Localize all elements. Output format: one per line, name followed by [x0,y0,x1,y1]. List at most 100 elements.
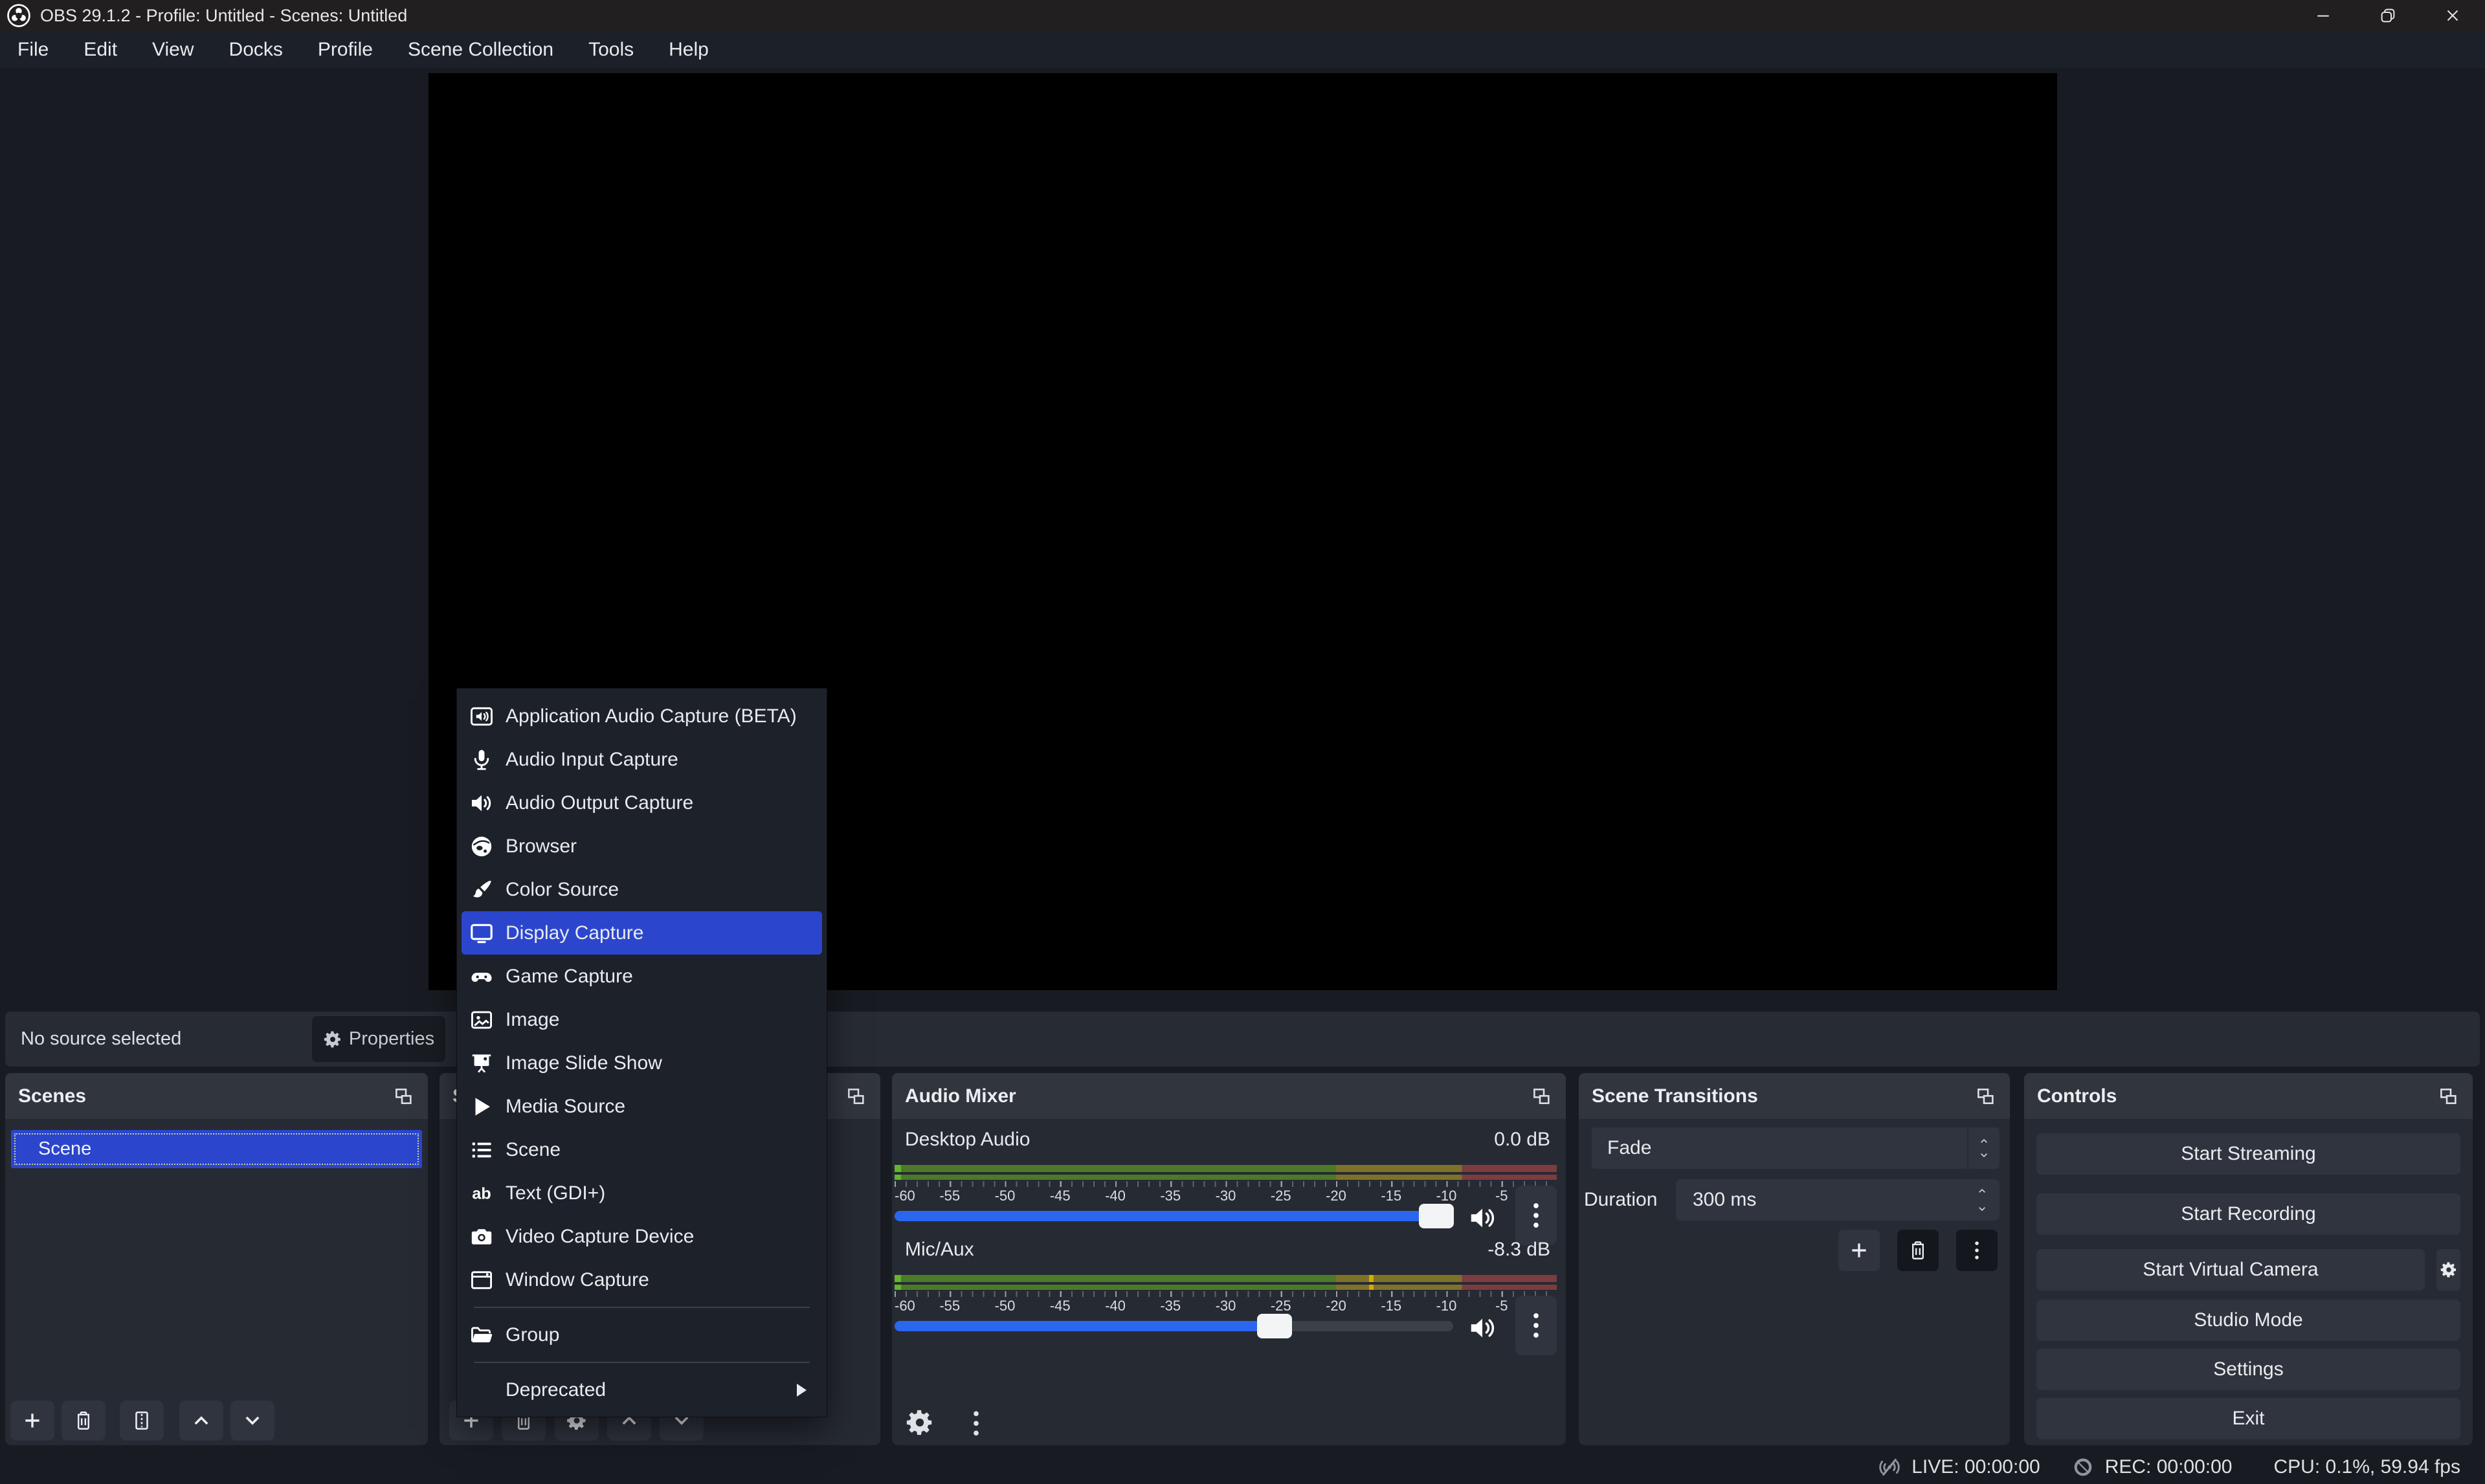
context-menu-item-label: Audio Input Capture [506,749,678,771]
speaker-icon[interactable] [1467,1203,1497,1230]
start-virtual-camera-button[interactable]: Start Virtual Camera [2036,1249,2425,1290]
duration-spin-arrows[interactable] [1975,1179,1989,1221]
scene-up-button[interactable] [179,1401,223,1441]
advanced-audio-properties-icon[interactable] [905,1408,935,1437]
scene-filters-button[interactable] [120,1401,164,1441]
transition-menu-button[interactable] [1956,1230,1998,1271]
volume-slider[interactable] [895,1321,1453,1331]
menu-profile[interactable]: Profile [300,31,390,68]
scenes-panel: Scenes Scene [5,1073,428,1445]
volume-slider-handle[interactable] [1419,1204,1454,1228]
context-menu-item[interactable]: Color Source [462,868,822,911]
menu-scene-collection[interactable]: Scene Collection [390,31,571,68]
scene-down-button[interactable] [230,1401,274,1441]
gear-icon [323,1030,342,1049]
speaker-icon[interactable] [1467,1313,1497,1340]
menu-separator [474,1362,810,1363]
mixer-menu-icon[interactable] [970,1408,983,1437]
record-off-icon [2070,1454,2096,1480]
studio-mode-button[interactable]: Studio Mode [2036,1300,2460,1341]
scene-list-item[interactable]: Scene [11,1130,422,1168]
context-menu-item-label: Game Capture [506,966,633,988]
menu-file[interactable]: File [0,31,66,68]
menu-bar: File Edit View Docks Profile Scene Colle… [0,31,2485,68]
audio-input-capture-icon [469,748,494,772]
context-menu-item[interactable]: Window Capture [462,1258,822,1301]
transition-select-arrows[interactable] [1967,1127,2000,1169]
context-menu-item-label: Media Source [506,1096,625,1118]
context-menu-item[interactable]: Audio Input Capture [462,738,822,781]
context-menu-item[interactable]: Video Capture Device [462,1215,822,1258]
context-menu-item[interactable]: Group [462,1313,822,1357]
context-menu-item[interactable]: Application Audio Capture (BETA) [462,694,822,738]
app-audio-capture-icon [469,704,494,729]
menu-separator [474,1307,810,1308]
source-toolbar: No source selected Properties [5,1012,2480,1067]
channel-menu-button[interactable] [1515,1296,1557,1355]
popout-icon[interactable] [844,1086,867,1107]
context-menu-item[interactable]: Image Slide Show [462,1041,822,1085]
window-controls [2291,0,2485,31]
context-menu-item[interactable]: Browser [462,825,822,868]
restore-button[interactable] [2356,0,2420,31]
popout-icon[interactable] [392,1086,415,1107]
menu-tools[interactable]: Tools [571,31,651,68]
scene-transitions-header: Scene Transitions [1579,1073,2010,1119]
audio-mixer-panel: Audio Mixer Desktop Audio 0.0 dB -60-55-… [892,1073,1566,1445]
context-menu-item-label: Group [506,1324,559,1346]
context-menu: Application Audio Capture (BETA) Audio In… [456,688,827,1417]
start-recording-button[interactable]: Start Recording [2036,1193,2460,1235]
controls-header: Controls [2024,1073,2473,1119]
image-slideshow-icon [469,1051,494,1076]
context-menu-item[interactable]: Image [462,998,822,1041]
transition-value: Fade [1607,1137,1651,1158]
volume-slider-handle[interactable] [1257,1314,1292,1338]
audio-output-capture-icon [469,791,494,815]
mixer-channel-level: 0.0 dB [1494,1129,1550,1151]
context-menu-item-label: Color Source [506,879,619,901]
popout-icon[interactable] [1974,1086,1997,1107]
exit-button[interactable]: Exit [2036,1398,2460,1439]
scene-transitions-panel: Scene Transitions Fade Duration 300 ms [1579,1073,2010,1445]
properties-button[interactable]: Properties [312,1016,445,1062]
video-capture-device-icon [469,1224,494,1249]
context-menu-item[interactable]: Display Capture [462,911,822,955]
virtual-camera-settings-button[interactable] [2436,1249,2460,1290]
popout-icon[interactable] [1530,1086,1553,1107]
add-transition-button[interactable] [1838,1230,1880,1271]
close-button[interactable] [2420,0,2485,31]
context-menu-item[interactable]: Deprecated [462,1368,822,1412]
scene-item-label: Scene [38,1130,91,1168]
context-menu-item-label: Application Audio Capture (BETA) [506,705,797,727]
duration-spinbox[interactable]: 300 ms [1676,1179,2000,1221]
settings-button[interactable]: Settings [2036,1349,2460,1390]
transition-select[interactable]: Fade [1592,1127,2000,1169]
context-menu-item[interactable]: Game Capture [462,955,822,998]
context-menu-item-label: Browser [506,836,577,858]
image-icon [469,1008,494,1032]
menu-help[interactable]: Help [651,31,726,68]
scene-transitions-title: Scene Transitions [1592,1085,1758,1107]
menu-docks[interactable]: Docks [212,31,300,68]
meter-ticks [895,1291,1557,1297]
menu-edit[interactable]: Edit [66,31,135,68]
add-scene-button[interactable] [10,1401,54,1441]
context-menu-item[interactable]: abText (GDI+) [462,1171,822,1215]
duration-label: Duration [1584,1179,1657,1221]
menu-view[interactable]: View [135,31,211,68]
mixer-channel-name: Mic/Aux [905,1239,974,1261]
context-menu-item[interactable]: Audio Output Capture [462,781,822,825]
context-menu-item[interactable]: Scene [462,1128,822,1171]
source-status-text: No source selected [21,1012,181,1067]
media-source-icon [469,1094,494,1119]
submenu-arrow-icon [797,1384,807,1397]
text-gdi-icon: ab [469,1181,494,1206]
minimize-button[interactable] [2291,0,2356,31]
popout-icon[interactable] [2436,1086,2460,1107]
remove-transition-button[interactable] [1897,1230,1939,1271]
remove-scene-button[interactable] [61,1401,106,1441]
volume-slider[interactable] [895,1211,1453,1221]
start-streaming-button[interactable]: Start Streaming [2036,1133,2460,1175]
display-capture-icon [469,921,494,946]
context-menu-item[interactable]: Media Source [462,1085,822,1128]
